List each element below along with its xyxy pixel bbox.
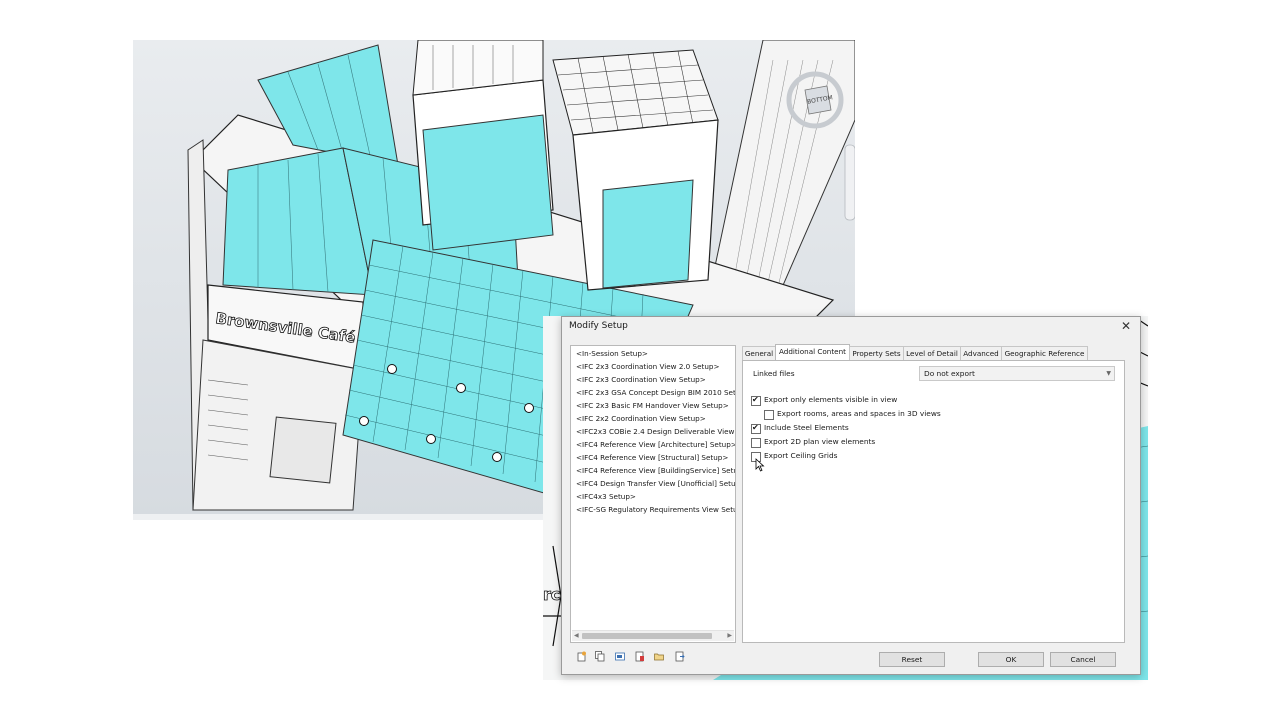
tab-additional-content[interactable]: Additional Content — [775, 344, 850, 360]
new-setup-icon[interactable] — [577, 651, 587, 662]
scrollbar-thumb[interactable] — [582, 633, 712, 639]
mouse-cursor-icon — [755, 458, 765, 472]
duplicate-setup-icon[interactable] — [595, 651, 605, 662]
import-setup-icon[interactable] — [654, 651, 664, 662]
list-item[interactable]: <IFC 2x3 Coordination View 2.0 Setup> — [576, 362, 719, 372]
list-item[interactable]: <IFC4 Design Transfer View [Unofficial] … — [576, 479, 735, 489]
linked-files-label: Linked files — [753, 369, 795, 378]
export-2d-plan-checkbox[interactable] — [751, 438, 761, 448]
setup-list[interactable]: <In-Session Setup> <IFC 2x3 Coordination… — [570, 345, 736, 643]
tab-geographic-reference[interactable]: Geographic Reference — [1001, 346, 1088, 360]
tab-general[interactable]: General — [742, 346, 776, 360]
export-setup-icon[interactable] — [675, 651, 685, 662]
modify-setup-dialog: Modify Setup ✕ <In-Session Setup> <IFC 2… — [561, 316, 1141, 675]
reset-button[interactable]: Reset — [879, 652, 945, 667]
list-item[interactable]: <IFC4 Reference View [Structural] Setup> — [576, 453, 728, 463]
list-item[interactable]: <IFC 2x3 Basic FM Handover View Setup> — [576, 401, 729, 411]
scroll-left-icon[interactable]: ◀ — [574, 631, 579, 641]
list-item[interactable]: <In-Session Setup> — [576, 349, 648, 359]
list-item[interactable]: <IFC-SG Regulatory Requirements View Set… — [576, 505, 735, 515]
include-steel-checkbox[interactable] — [751, 423, 761, 434]
rename-setup-icon[interactable] — [615, 651, 625, 662]
tab-property-sets[interactable]: Property Sets — [849, 346, 904, 360]
tab-level-of-detail[interactable]: Level of Detail — [903, 346, 961, 360]
export-visible-elements-checkbox[interactable] — [751, 395, 761, 406]
list-item[interactable]: <IFC4x3 Setup> — [576, 492, 636, 502]
chevron-down-icon: ▼ — [1106, 370, 1111, 377]
export-rooms-label: Export rooms, areas and spaces in 3D vie… — [777, 409, 941, 418]
delete-setup-icon[interactable] — [635, 651, 645, 662]
export-visible-elements-label: Export only elements visible in view — [764, 395, 898, 404]
export-2d-plan-label: Export 2D plan view elements — [764, 437, 876, 446]
svg-text:rc: rc — [543, 585, 560, 604]
scroll-right-icon[interactable]: ▶ — [727, 631, 732, 641]
list-item[interactable]: <IFC 2x2 Coordination View Setup> — [576, 414, 706, 424]
tab-advanced[interactable]: Advanced — [960, 346, 1002, 360]
cancel-button[interactable]: Cancel — [1050, 652, 1116, 667]
ok-button[interactable]: OK — [978, 652, 1044, 667]
horizontal-scrollbar[interactable]: ◀ ▶ — [572, 630, 734, 641]
additional-content-panel: Linked files Do not export ▼ Export only… — [742, 360, 1125, 643]
list-item[interactable]: <IFC4 Reference View [BuildingService] S… — [576, 466, 735, 476]
list-item[interactable]: <IFC2x3 COBie 2.4 Design Deliverable Vie… — [576, 427, 735, 437]
linked-files-dropdown[interactable]: Do not export ▼ — [919, 366, 1115, 381]
linked-files-value: Do not export — [924, 369, 975, 378]
include-steel-label: Include Steel Elements — [764, 423, 849, 432]
dialog-title: Modify Setup — [569, 321, 628, 331]
list-item[interactable]: <IFC 2x3 Coordination View Setup> — [576, 375, 706, 385]
export-rooms-checkbox[interactable] — [764, 410, 774, 420]
export-ceiling-grids-label: Export Ceiling Grids — [764, 451, 838, 460]
list-item[interactable]: <IFC4 Reference View [Architecture] Setu… — [576, 440, 735, 450]
close-icon[interactable]: ✕ — [1118, 318, 1134, 334]
list-item[interactable]: <IFC 2x3 GSA Concept Design BIM 2010 Set… — [576, 388, 735, 398]
